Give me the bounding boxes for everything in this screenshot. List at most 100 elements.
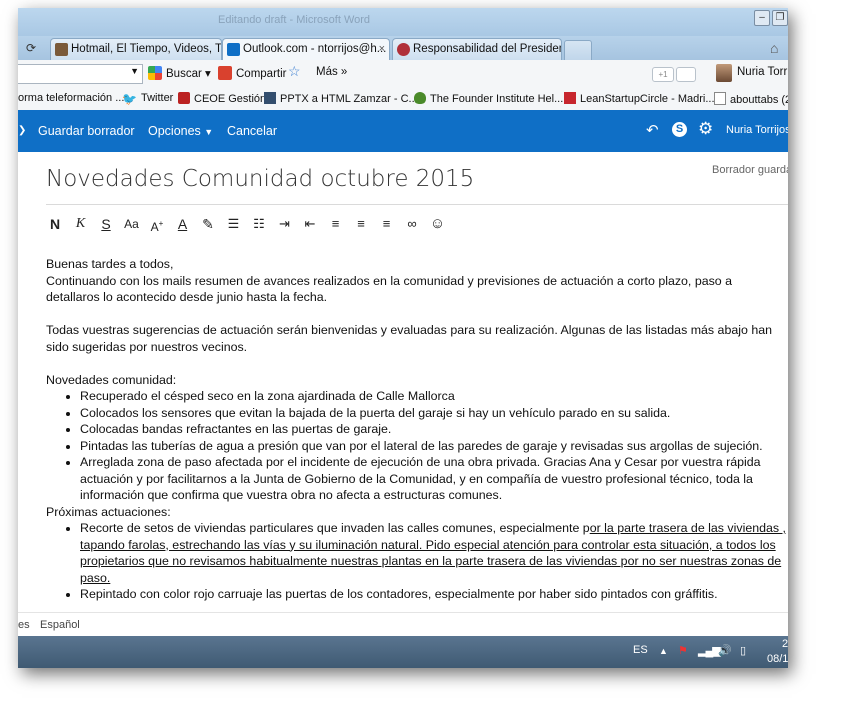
numbered-list-icon[interactable]: ☰ xyxy=(225,215,243,233)
skype-icon[interactable]: S xyxy=(672,122,687,137)
bullet-list-icon[interactable]: ☷ xyxy=(250,215,268,233)
list-item: Recorte de setos de viviendas particular… xyxy=(80,520,786,586)
browser-tabs: ⟳ Hotmail, El Tiempo, Videos, TV... Outl… xyxy=(18,36,788,61)
chevron-down-icon: ▼ xyxy=(204,127,214,137)
windows-taskbar: ES ▲ ⚑ ▂▄▆ 🔊 ▯ 2 08/1 xyxy=(18,636,788,668)
twitter-icon: 🐦 xyxy=(122,92,137,106)
outdent-icon[interactable]: ⇤ xyxy=(301,215,319,233)
next-heading: Próximas actuaciones: xyxy=(46,504,171,519)
bookmark-teleformacion[interactable]: orma teleformación ... xyxy=(18,92,124,104)
pptx-icon xyxy=(264,92,276,104)
options-button[interactable]: Opciones ▼ xyxy=(148,124,213,138)
divider xyxy=(46,204,788,205)
bookmark-abouttabs[interactable]: abouttabs (2 xyxy=(714,92,788,106)
list-item: Pintadas las tuberías de agua a presión … xyxy=(80,438,786,455)
action-center-icon[interactable]: ⚑ xyxy=(678,644,688,657)
bookmark-founder[interactable]: The Founder Institute Hel... xyxy=(414,92,563,105)
close-tab-icon[interactable]: × xyxy=(379,39,385,60)
underline-button[interactable]: S xyxy=(97,215,115,233)
outlook-user-name[interactable]: Nuria Torrijos xyxy=(726,124,788,136)
star-icon[interactable]: ☆ xyxy=(288,63,301,80)
founder-icon xyxy=(414,92,426,104)
share-icon xyxy=(218,66,232,80)
tab-label: Hotmail, El Tiempo, Videos, TV... xyxy=(71,43,222,55)
tab-outlook[interactable]: Outlook.com - ntorrijos@h... × xyxy=(222,38,390,60)
leanstartup-icon xyxy=(564,92,576,104)
chevron-left-icon[interactable]: ❯ xyxy=(18,125,26,136)
italic-button[interactable]: K xyxy=(72,215,90,233)
home-icon[interactable]: ⌂ xyxy=(770,40,778,56)
new-tab-button[interactable] xyxy=(564,40,592,61)
volume-icon[interactable]: 🔊 xyxy=(718,644,732,657)
font-size-button[interactable]: A+ xyxy=(148,215,166,234)
subject-field[interactable]: Novedades Comunidad octubre 2015 xyxy=(46,166,474,192)
status-bar: es Español xyxy=(18,612,788,637)
align-right-icon[interactable]: ≡ xyxy=(378,215,396,233)
mas-button[interactable]: Más » xyxy=(316,66,347,78)
link-icon[interactable]: ∞ xyxy=(403,215,421,233)
avatar[interactable] xyxy=(716,64,732,82)
buscar-button[interactable]: Buscar ▾ xyxy=(148,66,211,80)
gear-icon[interactable]: ⚙ xyxy=(698,119,713,139)
tab-responsabilidad[interactable]: Responsabilidad del Presidente... xyxy=(392,38,562,60)
list-item: Recuperado el césped seco en la zona aja… xyxy=(80,388,786,405)
tab-hotmail[interactable]: Hotmail, El Tiempo, Videos, TV... xyxy=(50,38,222,60)
google-icon xyxy=(148,66,162,80)
list-item: Repintado con color rojo carruaje las pu… xyxy=(80,586,786,603)
network-icon[interactable]: ▂▄▆ xyxy=(698,644,721,657)
status-fragment: es xyxy=(18,619,30,631)
language-selector[interactable]: Español xyxy=(40,619,80,631)
greeting: Buenas tardes a todos, xyxy=(46,257,174,271)
outlook-command-bar: ❯ Guardar borrador Opciones ▼ Cancelar ↶… xyxy=(18,110,788,152)
msn-icon xyxy=(55,43,68,56)
toggle-pill[interactable] xyxy=(676,67,696,82)
toolbar-user-name[interactable]: Nuria Torrij xyxy=(737,66,788,78)
news-list: Recuperado el césped seco en la zona aja… xyxy=(46,388,786,504)
restore-button[interactable]: ❐ xyxy=(772,10,788,26)
intro-paragraph: Continuando con los mails resumen de ava… xyxy=(46,273,733,305)
save-draft-button[interactable]: Guardar borrador xyxy=(38,124,135,138)
bookmark-ceoe[interactable]: CEOE Gestión xyxy=(178,92,266,105)
bookmark-pptx[interactable]: PPTX a HTML Zamzar - C... xyxy=(264,92,418,105)
list-item: Colocadas bandas refractantes en las pue… xyxy=(80,421,786,438)
battery-icon[interactable]: ▯ xyxy=(740,644,746,657)
list-item: Colocados los sensores que evitan la baj… xyxy=(80,405,786,422)
clock-date[interactable]: 08/1 xyxy=(767,653,788,665)
bold-button[interactable]: N xyxy=(46,215,64,233)
dropdown-arrow-icon[interactable]: ▼ xyxy=(130,66,139,76)
suggestions-paragraph: Todas vuestras sugerencias de actuación … xyxy=(46,323,772,354)
next-list: Recorte de setos de viviendas particular… xyxy=(46,520,786,603)
align-left-icon[interactable]: ≡ xyxy=(327,215,345,233)
reload-icon[interactable]: ⟳ xyxy=(20,39,42,57)
cancel-button[interactable]: Cancelar xyxy=(227,124,277,138)
news-heading: Novedades comunidad: xyxy=(46,372,177,387)
message-body[interactable]: Buenas tardes a todos, Continuando con l… xyxy=(46,256,786,603)
align-center-icon[interactable]: ≡ xyxy=(352,215,370,233)
undo-icon[interactable]: ↶ xyxy=(646,121,659,139)
minimize-button[interactable]: – xyxy=(754,10,770,26)
font-button[interactable]: Aa xyxy=(123,215,141,233)
page-icon xyxy=(714,92,726,105)
tab-label: Responsabilidad del Presidente... xyxy=(413,43,561,55)
window-titlebar: Editando draft - Microsoft Word – ❐ xyxy=(18,8,788,36)
ceoe-icon xyxy=(178,92,190,104)
indent-icon[interactable]: ⇥ xyxy=(276,215,294,233)
bookmark-twitter[interactable]: 🐦 Twitter xyxy=(122,92,173,106)
plusone-button[interactable]: +1 xyxy=(652,67,674,82)
site-icon xyxy=(397,43,410,56)
list-item: Arreglada zona de paso afectada por el i… xyxy=(80,454,786,504)
highlight-icon[interactable]: ✎ xyxy=(199,215,217,233)
font-color-button[interactable]: A xyxy=(174,215,192,233)
outlook-icon xyxy=(227,43,240,56)
clock-time[interactable]: 2 xyxy=(782,638,788,650)
compartir-button[interactable]: Compartir xyxy=(218,66,286,80)
show-hidden-icons[interactable]: ▲ xyxy=(659,646,668,656)
search-input[interactable]: ▼ xyxy=(18,64,143,84)
window-title: Editando draft - Microsoft Word xyxy=(218,14,371,26)
emoji-icon[interactable]: ☺ xyxy=(429,215,447,233)
formatting-toolbar: N K S Aa A+ A ✎ ☰ ☷ ⇥ ⇤ ≡ ≡ ≡ ∞ ☺ xyxy=(46,214,454,234)
bookmarks-bar: orma teleformación ... 🐦 Twitter CEOE Ges… xyxy=(18,88,788,111)
bookmark-leanstartup[interactable]: LeanStartupCircle - Madri... xyxy=(564,92,715,105)
input-language[interactable]: ES xyxy=(633,644,648,656)
search-toolbar: ▼ Buscar ▾ Compartir ☆ Más » +1 Nuria To… xyxy=(18,60,788,89)
